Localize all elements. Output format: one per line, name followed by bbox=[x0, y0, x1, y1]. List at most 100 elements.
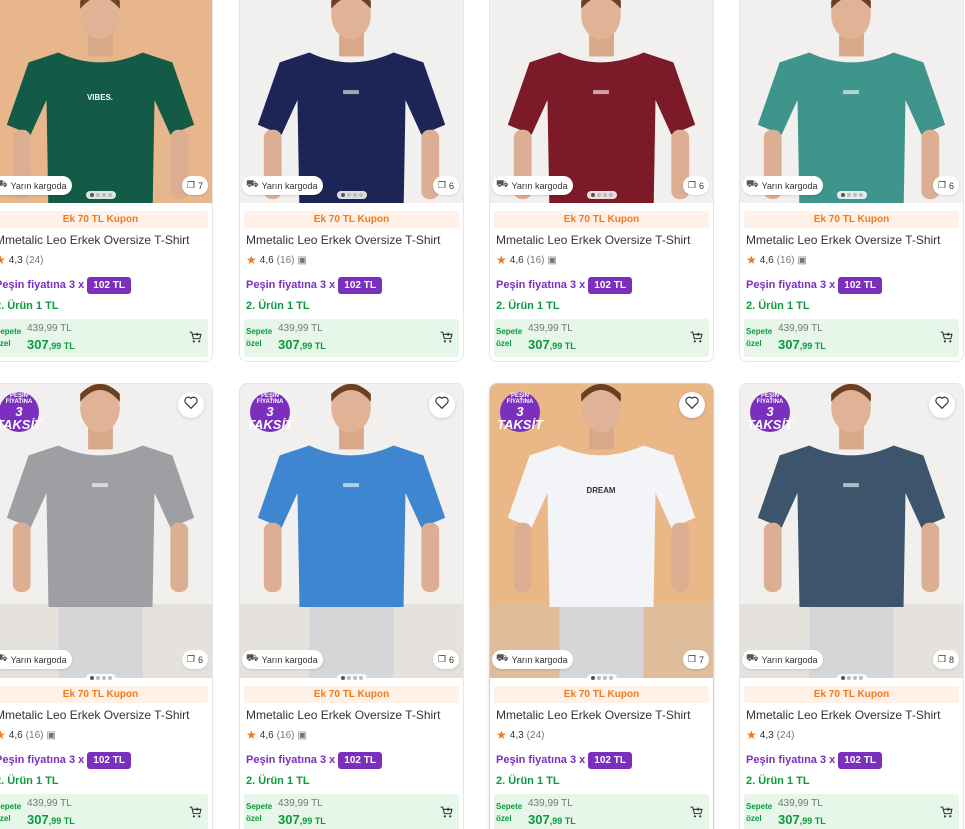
product-card[interactable]: PEŞİNFİYATINA3 TAKSİT ⛟Yarın kargoda ❐6 Ek … bbox=[0, 383, 213, 829]
new-price-sub: ,99 TL bbox=[799, 816, 826, 826]
add-to-cart-button[interactable] bbox=[189, 331, 202, 346]
carousel-dot[interactable] bbox=[596, 193, 601, 197]
product-card[interactable]: ⛟ Yarın kargoda ❐ 6 Ek 70 TL Kupon Mmetalic L… bbox=[739, 0, 964, 362]
add-to-cart-button[interactable] bbox=[440, 331, 453, 346]
carousel-dot[interactable] bbox=[346, 193, 351, 197]
product-image-wrap[interactable] bbox=[740, 0, 963, 203]
product-title[interactable]: Mmetalic Leo Erkek Oversize T-Shirt bbox=[0, 708, 212, 724]
product-title[interactable]: Mmetalic Leo Erkek Oversize T-Shirt bbox=[490, 708, 713, 724]
carousel-dot[interactable] bbox=[95, 676, 100, 680]
camera-icon: ▣ bbox=[547, 254, 557, 266]
carousel-dot[interactable] bbox=[602, 193, 607, 197]
carousel-dots[interactable] bbox=[336, 191, 367, 199]
installment-label: Peşin fiyatına 3 x bbox=[746, 754, 836, 766]
carousel-dot[interactable] bbox=[608, 193, 613, 197]
new-price-main: 307 bbox=[778, 812, 800, 827]
price-box: Sepete özel 439,99 TL 307,99 TL bbox=[744, 794, 959, 829]
product-image[interactable] bbox=[240, 0, 463, 203]
carousel-dot[interactable] bbox=[340, 193, 345, 197]
rating-row: ★4,6(16)▣ bbox=[240, 253, 463, 267]
add-to-cart-button[interactable] bbox=[690, 331, 703, 346]
add-to-cart-button[interactable] bbox=[189, 806, 202, 821]
carousel-dot[interactable] bbox=[590, 676, 595, 680]
carousel-dot[interactable] bbox=[352, 193, 357, 197]
product-card[interactable]: DREAM PEŞİN FİYATINA 3 TAKSİT ⛟ Yarın kargoda… bbox=[489, 383, 714, 829]
carousel-dot[interactable] bbox=[358, 193, 363, 197]
carousel-dot[interactable] bbox=[107, 193, 112, 197]
carousel-dot[interactable] bbox=[101, 676, 106, 680]
carousel-dot[interactable] bbox=[846, 193, 851, 197]
carousel-dots[interactable] bbox=[586, 191, 617, 199]
carousel-dot[interactable] bbox=[858, 676, 863, 680]
carousel-dots[interactable] bbox=[85, 191, 116, 199]
product-title[interactable]: Mmetalic Leo Erkek Oversize T-Shirt bbox=[240, 708, 463, 724]
cargo-label: Yarın kargoda bbox=[261, 654, 318, 665]
carousel-dots[interactable] bbox=[586, 674, 617, 682]
product-card[interactable]: PEŞİNFİYATINA3 TAKSİT ⛟Yarın kargoda ❐6 Ek … bbox=[239, 383, 464, 829]
new-price-main: 307 bbox=[778, 337, 800, 352]
product-image-wrap[interactable] bbox=[240, 0, 463, 203]
carousel-dot[interactable] bbox=[840, 676, 845, 680]
carousel-dot[interactable] bbox=[358, 676, 363, 680]
product-card[interactable]: VIBES. ⛟Yarın kargoda ❐7 Ek 70 TL Kupon Mmet… bbox=[0, 0, 213, 362]
product-card[interactable]: ⛟ Yarın kargoda ❐ 6 Ek 70 TL Kupon Mmetalic L… bbox=[489, 0, 714, 362]
rating-row: ★4,3(24) bbox=[740, 728, 963, 742]
product-title[interactable]: Mmetalic Leo Erkek Oversize T-Shirt bbox=[740, 233, 963, 249]
carousel-dot[interactable] bbox=[596, 676, 601, 680]
add-to-cart-button[interactable] bbox=[440, 806, 453, 821]
carousel-dot[interactable] bbox=[340, 676, 345, 680]
carousel-dot[interactable] bbox=[89, 193, 94, 197]
carousel-dot[interactable] bbox=[608, 676, 613, 680]
favorite-button[interactable] bbox=[178, 392, 204, 418]
cargo-label: Yarın kargoda bbox=[761, 180, 818, 191]
carousel-dots[interactable] bbox=[836, 191, 867, 199]
product-info: Ek 70 TL Kupon Mmetalic Leo Erkek Oversiz… bbox=[0, 211, 212, 357]
carousel-dot[interactable] bbox=[95, 193, 100, 197]
product-title[interactable]: Mmetalic Leo Erkek Oversize T-Shirt bbox=[490, 233, 713, 249]
product-image[interactable] bbox=[740, 0, 963, 203]
carousel-dot[interactable] bbox=[352, 676, 357, 680]
favorite-button[interactable] bbox=[429, 392, 455, 418]
special-line: Sepete bbox=[746, 327, 773, 336]
product-image[interactable] bbox=[490, 0, 713, 203]
carousel-dot[interactable] bbox=[89, 676, 94, 680]
carousel-dot[interactable] bbox=[602, 676, 607, 680]
add-to-cart-button[interactable] bbox=[940, 806, 953, 821]
product-info: Ek 70 TL Kupon Mmetalic Leo Erkek Oversiz… bbox=[740, 211, 963, 357]
carousel-dot[interactable] bbox=[852, 193, 857, 197]
carousel-dot[interactable] bbox=[101, 193, 106, 197]
carousel-dot[interactable] bbox=[840, 193, 845, 197]
gallery-count: ❐ 6 bbox=[932, 176, 959, 195]
carousel-dot[interactable] bbox=[590, 193, 595, 197]
camera-icon: ▣ bbox=[297, 254, 307, 266]
carousel-dot[interactable] bbox=[346, 676, 351, 680]
add-to-cart-button[interactable] bbox=[690, 806, 703, 821]
carousel-dot[interactable] bbox=[858, 193, 863, 197]
second-item-offer: 2. Ürün 1 TL bbox=[0, 775, 59, 787]
product-card[interactable]: ⛟ Yarın kargoda ❐ 6 Ek 70 TL Kupon Mmetalic L… bbox=[239, 0, 464, 362]
product-title[interactable]: Mmetalic Leo Erkek Oversize T-Shirt bbox=[740, 708, 963, 724]
rating-score: 4,3 bbox=[759, 729, 774, 741]
installment-sticker: PEŞİN FİYATINA 3 TAKSİT bbox=[747, 392, 793, 432]
coupon-badge: Ek 70 TL Kupon bbox=[0, 686, 208, 703]
carousel-dot[interactable] bbox=[852, 676, 857, 680]
product-card[interactable]: PEŞİN FİYATINA 3 TAKSİT ⛟ Yarın kargoda ❐ 8 Ek … bbox=[739, 383, 964, 829]
carousel-dots[interactable] bbox=[836, 674, 867, 682]
favorite-button[interactable] bbox=[679, 392, 705, 418]
product-title[interactable]: Mmetalic Leo Erkek Oversize T-Shirt bbox=[240, 233, 463, 249]
carousel-dot[interactable] bbox=[846, 676, 851, 680]
coupon-badge: Ek 70 TL Kupon bbox=[744, 686, 959, 703]
carousel-dots[interactable] bbox=[336, 674, 367, 682]
cargo-label: Yarın kargoda bbox=[10, 180, 67, 191]
add-to-cart-button[interactable] bbox=[940, 331, 953, 346]
product-title[interactable]: Mmetalic Leo Erkek Oversize T-Shirt bbox=[0, 233, 212, 249]
product-image-wrap[interactable] bbox=[490, 0, 713, 203]
cargo-label: Yarın kargoda bbox=[761, 654, 818, 665]
review-count: (16) bbox=[276, 254, 295, 266]
product-image[interactable]: VIBES. bbox=[0, 0, 212, 203]
product-image-wrap[interactable]: VIBES. bbox=[0, 0, 212, 203]
favorite-button[interactable] bbox=[929, 392, 955, 418]
carousel-dot[interactable] bbox=[107, 676, 112, 680]
gallery-count: ❐ 7 bbox=[682, 650, 709, 669]
carousel-dots[interactable] bbox=[85, 674, 116, 682]
